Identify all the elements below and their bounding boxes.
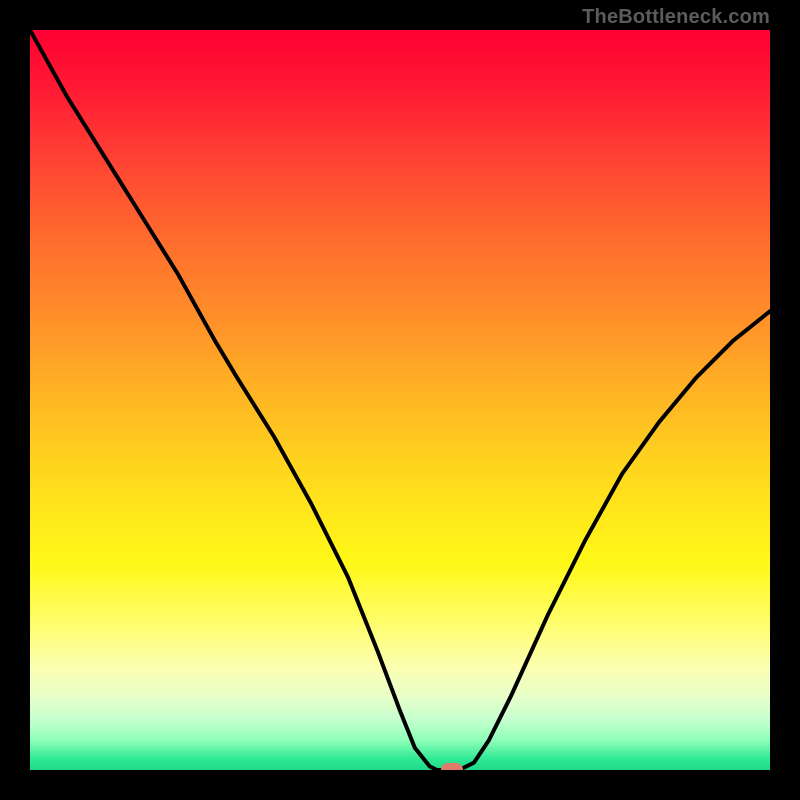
site-watermark: TheBottleneck.com	[582, 6, 770, 29]
bottleneck-curve	[30, 30, 770, 770]
chart-frame: TheBottleneck.com	[0, 0, 800, 800]
optimal-point-marker	[441, 763, 463, 770]
curve-svg	[30, 30, 770, 770]
plot-area	[30, 30, 770, 770]
